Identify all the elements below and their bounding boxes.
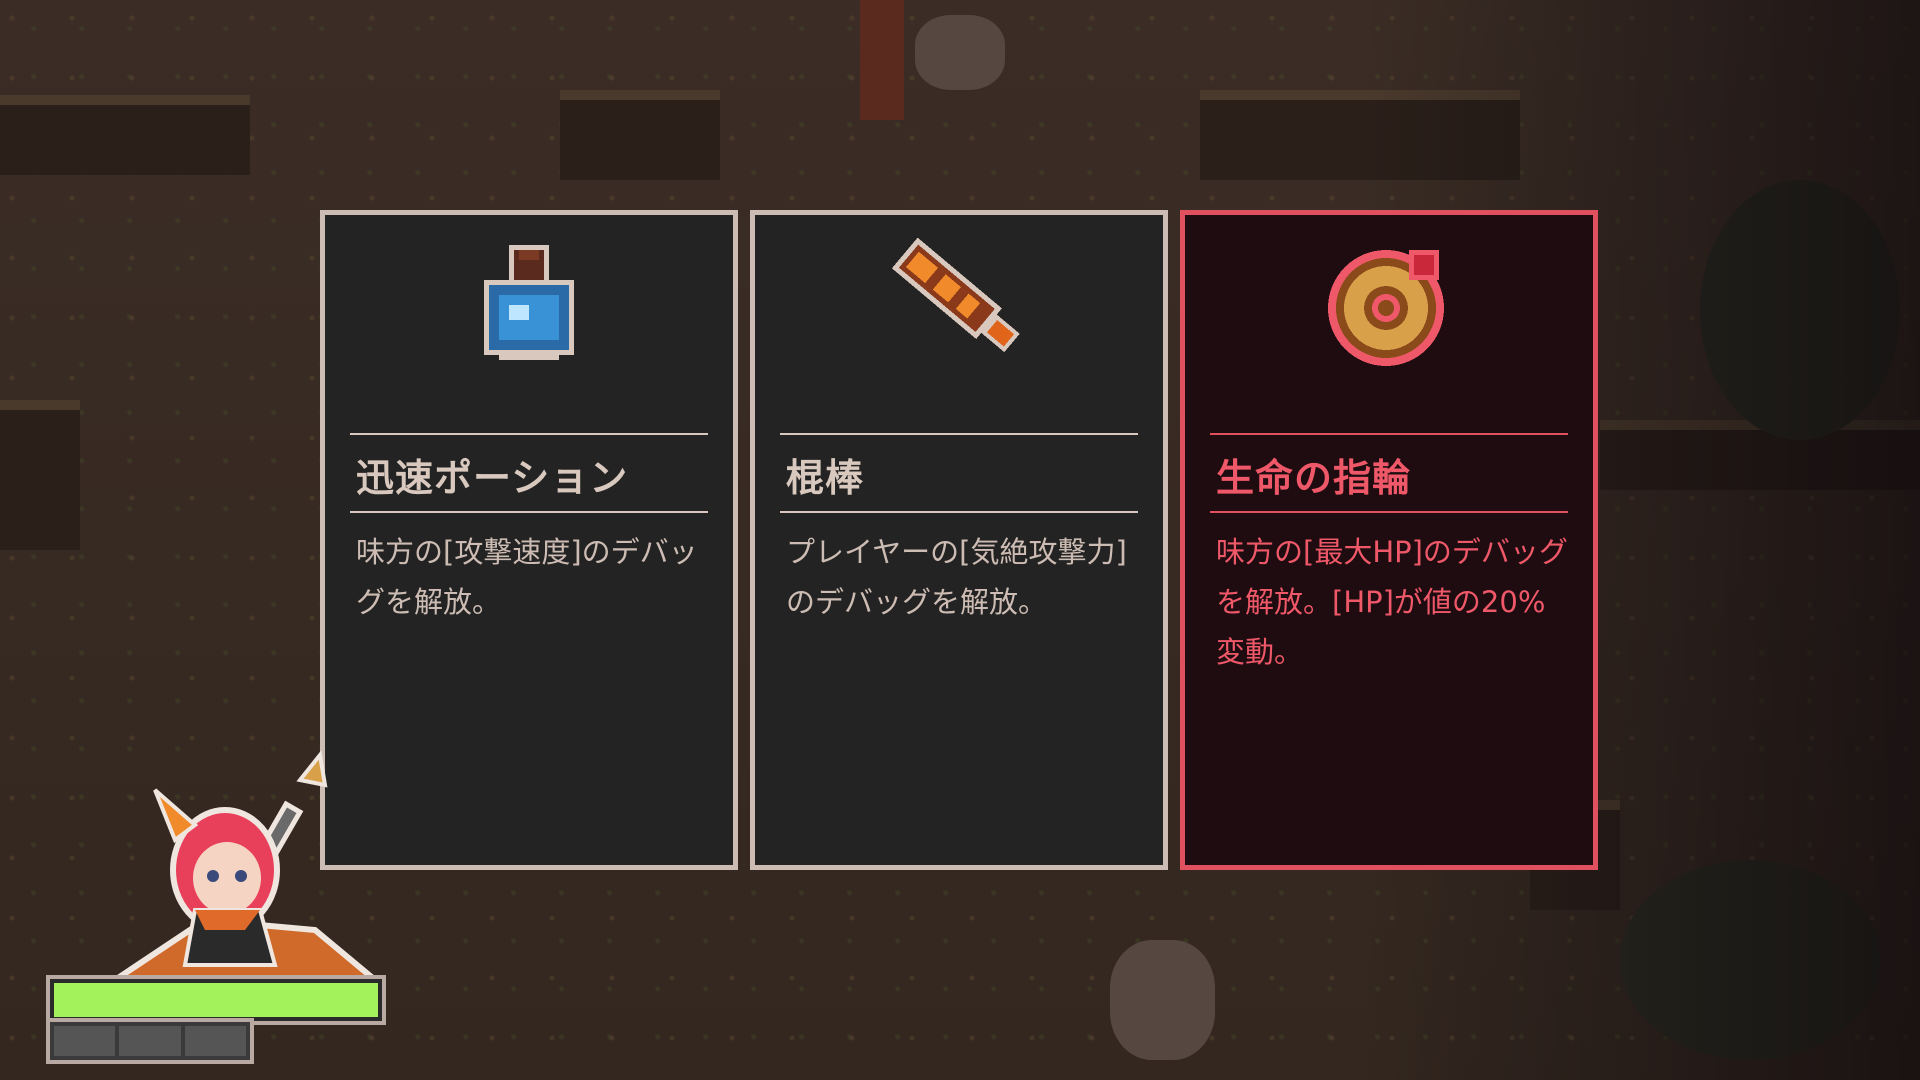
heroine-portrait — [85, 750, 385, 990]
item-card-club[interactable]: 棍棒 プレイヤーの[気絶攻撃力]のデバッグを解放。 — [750, 210, 1168, 870]
potion-icon — [325, 245, 733, 365]
description-divider — [780, 511, 1138, 513]
cliff-ledge — [0, 95, 250, 175]
club-icon — [755, 237, 1163, 365]
title-divider — [1210, 433, 1568, 435]
item-title: 棍棒 — [786, 456, 865, 500]
cliff-ledge — [0, 400, 80, 550]
skill-gauge-segment — [119, 1026, 181, 1056]
cliff-ledge — [560, 90, 720, 180]
health-bar-fill — [54, 983, 378, 1017]
item-description: 味方の[最大HP]のデバッグを解放。[HP]が値の20%変動。 — [1216, 535, 1568, 669]
rock — [915, 15, 1005, 90]
title-divider — [350, 433, 708, 435]
skill-gauge — [46, 1018, 254, 1064]
item-card-ring[interactable]: 生命の指輪 味方の[最大HP]のデバッグを解放。[HP]が値の20%変動。 — [1180, 210, 1598, 870]
item-description: プレイヤーの[気絶攻撃力]のデバッグを解放。 — [786, 535, 1127, 619]
item-description: 味方の[攻撃速度]のデバッグを解放。 — [356, 535, 698, 619]
ring-icon — [1185, 245, 1593, 366]
title-divider — [780, 433, 1138, 435]
rock — [1110, 940, 1215, 1060]
description-divider — [1210, 511, 1568, 513]
tree-trunk — [860, 0, 904, 120]
description-divider — [350, 511, 708, 513]
item-title: 生命の指輪 — [1216, 456, 1412, 500]
item-title: 迅速ポーション — [356, 456, 629, 500]
skill-gauge-segment — [184, 1026, 246, 1056]
skill-gauge-segment — [54, 1026, 116, 1056]
